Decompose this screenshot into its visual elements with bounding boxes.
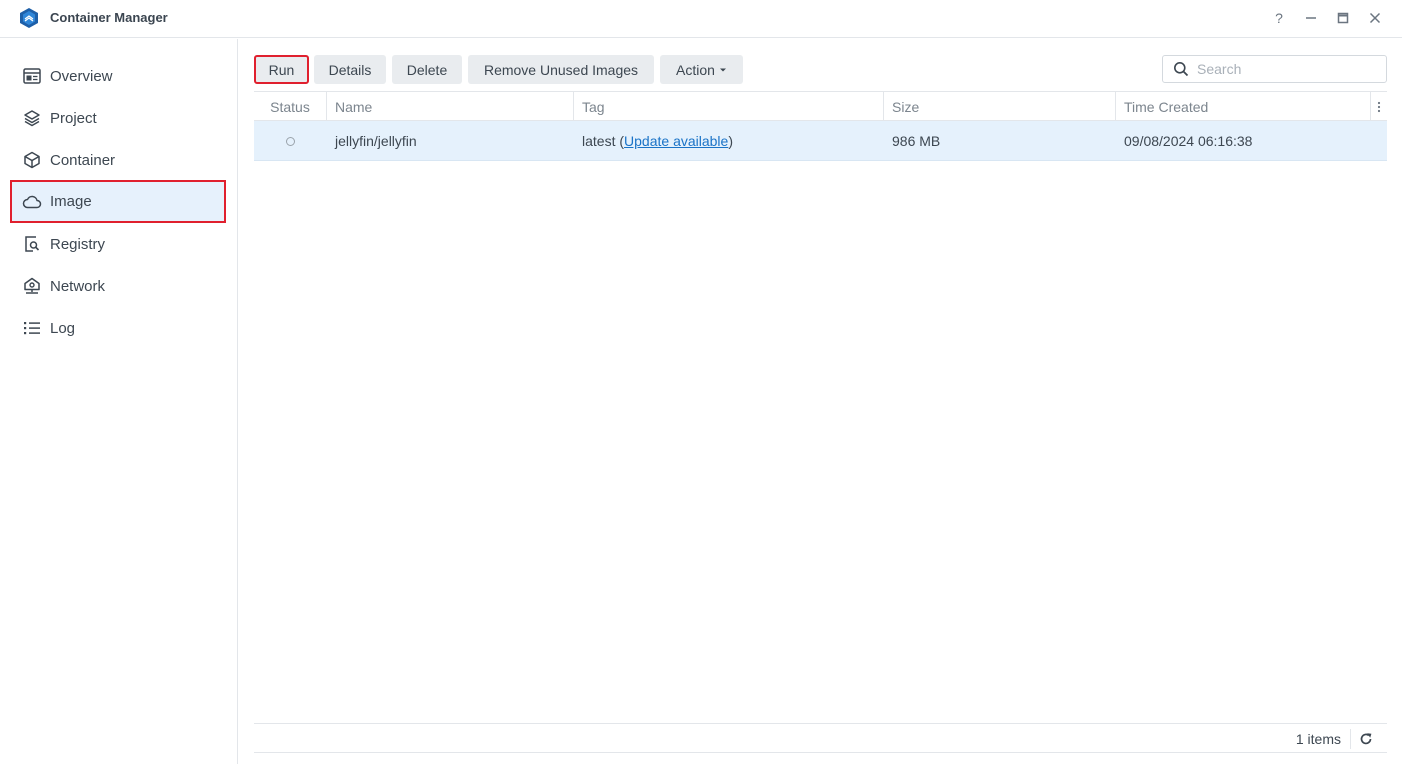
caret-down-icon (719, 68, 726, 71)
help-button[interactable]: ? (1270, 9, 1288, 27)
minimize-button[interactable] (1302, 9, 1320, 27)
close-button[interactable] (1366, 9, 1384, 27)
window-title: Container Manager (50, 10, 168, 25)
tag-cell: latest (Update available) (574, 121, 883, 161)
more-vertical-icon (1377, 101, 1381, 112)
sidebar-item-label: Overview (50, 67, 113, 85)
column-header-time-created[interactable]: Time Created (1115, 92, 1370, 121)
action-label: Action (676, 61, 715, 78)
time-created-cell: 09/08/2024 06:16:38 (1124, 133, 1253, 149)
registry-search-icon (22, 234, 42, 254)
action-dropdown-button[interactable]: Action (660, 55, 743, 84)
column-header-status[interactable]: Status (254, 92, 326, 121)
sidebar-item-label: Container (50, 151, 116, 169)
tag-paren-close: ) (728, 133, 733, 149)
search-box[interactable] (1162, 55, 1387, 83)
title-bar: Container Manager ? (0, 0, 1402, 38)
sidebar: Overview Project Container Image Registr… (0, 39, 238, 764)
container-manager-logo (20, 8, 38, 28)
cloud-icon (22, 192, 42, 212)
maximize-button[interactable] (1334, 9, 1352, 27)
sidebar-item-label: Image (50, 193, 92, 210)
sidebar-item-overview[interactable]: Overview (10, 55, 226, 97)
footer-divider (1350, 729, 1351, 749)
column-header-size[interactable]: Size (883, 92, 1115, 121)
column-header-name[interactable]: Name (326, 92, 573, 121)
column-header-tag[interactable]: Tag (573, 92, 883, 121)
table-row[interactable]: jellyfin/jellyfin latest (Update availab… (254, 121, 1387, 161)
network-icon (22, 276, 42, 296)
run-button[interactable]: Run (254, 55, 309, 84)
status-stopped-icon (285, 136, 295, 146)
sidebar-item-registry[interactable]: Registry (10, 223, 226, 265)
sidebar-item-network[interactable]: Network (10, 265, 226, 307)
refresh-icon (1360, 733, 1372, 745)
sidebar-item-project[interactable]: Project (10, 97, 226, 139)
table-footer: 1 items (254, 723, 1387, 753)
column-options-button[interactable] (1370, 92, 1387, 121)
sidebar-item-container[interactable]: Container (10, 139, 226, 181)
item-count: 1 items (1295, 731, 1341, 747)
sidebar-item-label: Registry (50, 235, 106, 253)
search-icon (1174, 62, 1189, 77)
list-icon (22, 318, 42, 338)
remove-unused-images-button[interactable]: Remove Unused Images (468, 55, 654, 84)
name-cell: jellyfin/jellyfin (335, 133, 417, 149)
table-header: Status Name Tag Size Time Created (254, 91, 1387, 121)
tag-value: latest (582, 133, 616, 149)
close-icon (1369, 12, 1381, 24)
layers-icon (22, 108, 42, 128)
refresh-button[interactable] (1357, 730, 1375, 748)
sidebar-item-label: Network (50, 277, 106, 295)
status-cell (254, 121, 326, 161)
sidebar-item-label: Log (50, 319, 76, 337)
sidebar-item-image[interactable]: Image (10, 180, 226, 223)
maximize-icon (1337, 12, 1349, 24)
minimize-icon (1306, 17, 1316, 19)
update-available-link[interactable]: Update available (624, 133, 728, 149)
search-input[interactable] (1197, 61, 1377, 77)
cube-icon (22, 150, 42, 170)
delete-button[interactable]: Delete (392, 55, 462, 84)
overview-icon (22, 66, 42, 86)
size-cell: 986 MB (892, 133, 941, 149)
sidebar-item-log[interactable]: Log (10, 307, 226, 349)
sidebar-item-label: Project (50, 109, 97, 127)
details-button[interactable]: Details (314, 55, 386, 84)
